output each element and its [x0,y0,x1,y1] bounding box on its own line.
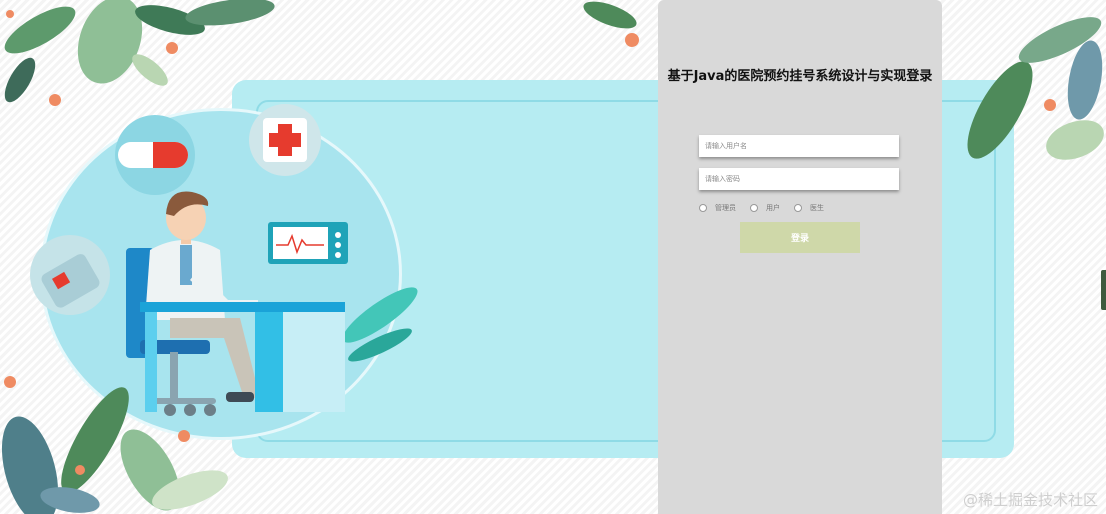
role-label: 用户 [766,204,780,212]
heart-monitor-icon [268,222,348,264]
leaves-bottom-left-icon [1,376,228,514]
medical-cross-icon [249,104,321,176]
login-panel: 基于Java的医院预约挂号系统设计与实现登录 管理员 用户 医生 登录 [658,0,942,514]
medicine-bottle-icon [30,235,110,315]
radio-icon[interactable] [794,204,802,212]
role-label: 管理员 [715,204,736,212]
login-page: 基于Java的医院预约挂号系统设计与实现登录 管理员 用户 医生 登录 @稀土掘… [0,0,1106,514]
role-option-admin[interactable]: 管理员 [699,203,736,213]
pill-icon [115,115,195,195]
login-button[interactable]: 登录 [740,222,860,253]
login-title: 基于Java的医院预约挂号系统设计与实现登录 [667,69,933,84]
role-label: 医生 [810,204,824,212]
username-input[interactable] [699,135,899,157]
leaves-top-left-icon [4,0,275,106]
role-option-doctor[interactable]: 医生 [794,203,824,213]
radio-icon[interactable] [699,204,707,212]
side-scroll-tab[interactable] [1101,270,1106,310]
radio-icon[interactable] [750,204,758,212]
password-input[interactable] [699,168,899,190]
role-radio-group: 管理员 用户 医生 [699,202,838,214]
watermark-text: @稀土掘金技术社区 [962,491,1098,509]
role-option-user[interactable]: 用户 [750,203,780,213]
